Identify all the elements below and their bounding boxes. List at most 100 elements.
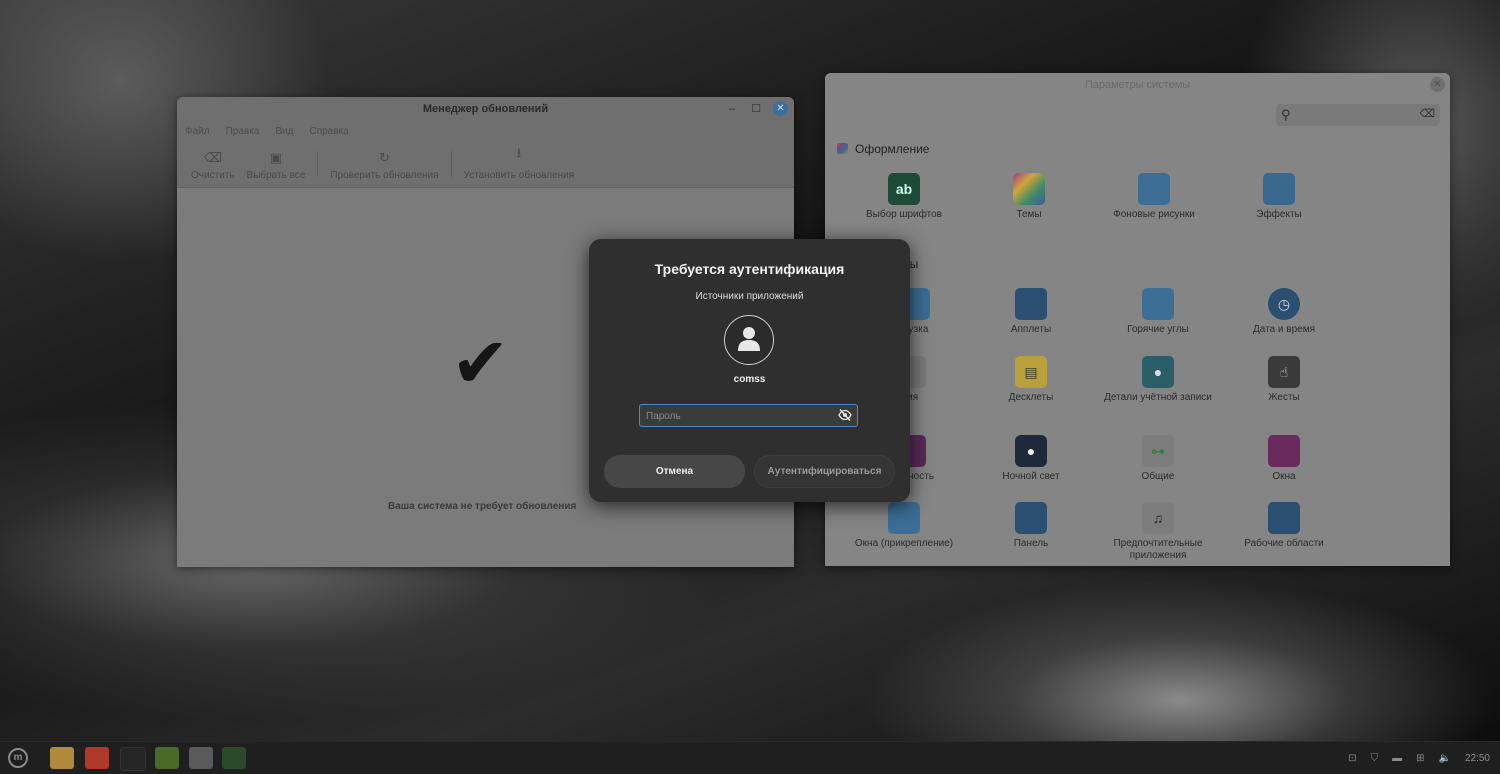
hot-corners-icon bbox=[1142, 288, 1174, 320]
settings-item-label: Выбор шрифтов bbox=[865, 209, 942, 220]
search-icon: ⚲ bbox=[1281, 107, 1291, 122]
password-field[interactable] bbox=[639, 404, 858, 427]
menu-file[interactable]: Файл bbox=[185, 123, 210, 141]
applets-icon bbox=[1015, 288, 1047, 320]
windows-icon bbox=[1268, 435, 1300, 467]
preferred-apps-icon: ♫ bbox=[1142, 502, 1174, 534]
backgrounds-icon bbox=[1138, 173, 1170, 205]
toolbar-separator bbox=[450, 151, 452, 177]
toggle-icon: ⊶ bbox=[1142, 435, 1174, 467]
system-tray: ⊡ ⛉ ▬ ⊞ 🔈 22:50 bbox=[1348, 742, 1490, 774]
settings-item-night-light[interactable]: ● Ночной свет bbox=[966, 435, 1096, 483]
settings-item-account-details[interactable]: ● Детали учётной записи bbox=[1093, 356, 1223, 404]
settings-item-applets[interactable]: Апплеты bbox=[966, 288, 1096, 336]
settings-item-backgrounds[interactable]: Фоновые рисунки bbox=[1089, 173, 1219, 221]
window-title: Параметры системы bbox=[1084, 79, 1191, 91]
settings-item-general[interactable]: ⊶ Общие bbox=[1093, 435, 1223, 483]
terminal-icon[interactable] bbox=[120, 747, 146, 771]
settings-item-panel[interactable]: Панель bbox=[966, 502, 1096, 550]
browser-icon[interactable] bbox=[85, 747, 109, 769]
search-input[interactable] bbox=[1298, 107, 1412, 125]
settings-item-label: Ночной свет bbox=[1002, 471, 1060, 482]
settings-item-label: Детали учётной записи bbox=[1104, 392, 1212, 403]
auth-dialog: Требуется аутентификация Источники прило… bbox=[589, 239, 910, 502]
menubar: Файл Правка Вид Справка bbox=[177, 123, 794, 141]
settings-titlebar[interactable]: Параметры системы ✕ bbox=[825, 73, 1450, 98]
settings-item-workspaces[interactable]: Рабочие области bbox=[1219, 502, 1349, 550]
select-all-label: Выбрать все bbox=[246, 170, 306, 181]
settings-item-effects[interactable]: Эффекты bbox=[1214, 173, 1344, 221]
select-all-icon: ▣ bbox=[269, 150, 283, 165]
settings-item-window-tiling[interactable]: Окна (прикрепление) bbox=[839, 502, 969, 550]
check-updates-button[interactable]: ↻ Проверить обновления bbox=[324, 150, 444, 187]
install-updates-button[interactable]: ⭳ Установить обновления bbox=[458, 144, 581, 187]
desklets-icon: ▤ bbox=[1015, 356, 1047, 388]
clear-search-icon[interactable]: ⌫ bbox=[1419, 107, 1435, 120]
keyboard-layout-icon[interactable]: ▬ bbox=[1392, 753, 1402, 764]
settings-taskbar-icon[interactable] bbox=[189, 747, 213, 769]
settings-item-preferred-apps[interactable]: ♫ Предпочтительные приложения bbox=[1093, 502, 1223, 562]
themes-icon bbox=[1013, 173, 1045, 205]
menu-icon[interactable]: m bbox=[8, 748, 28, 768]
settings-item-label: Апплеты bbox=[1010, 324, 1052, 335]
dialog-subtitle: Источники приложений bbox=[695, 291, 804, 302]
avatar bbox=[724, 315, 774, 365]
settings-item-label: Панель bbox=[1013, 538, 1049, 549]
clock-icon: ◷ bbox=[1268, 288, 1300, 320]
settings-item-windows[interactable]: Окна bbox=[1219, 435, 1349, 483]
menu-help[interactable]: Справка bbox=[309, 123, 348, 141]
section-title-appearance: Оформление bbox=[855, 142, 930, 156]
clear-label: Очистить bbox=[191, 170, 235, 181]
status-text: Ваша система не требует обновления bbox=[388, 501, 577, 512]
eye-slash-icon[interactable] bbox=[838, 408, 852, 422]
clear-button[interactable]: ⌫ Очистить bbox=[185, 150, 241, 187]
minimize-icon[interactable]: ‒ bbox=[725, 103, 739, 115]
menu-edit[interactable]: Правка bbox=[226, 123, 260, 141]
maximize-icon[interactable]: ☐ bbox=[749, 102, 763, 115]
toolbar-separator bbox=[317, 151, 319, 177]
appearance-icon bbox=[837, 143, 848, 154]
volume-icon[interactable]: 🔈 bbox=[1439, 753, 1451, 764]
select-all-button[interactable]: ▣ Выбрать все bbox=[241, 150, 312, 187]
cancel-button[interactable]: Отмена bbox=[604, 455, 745, 488]
eraser-icon: ⌫ bbox=[203, 150, 222, 165]
night-light-icon: ● bbox=[1015, 435, 1047, 467]
folder-icon[interactable] bbox=[50, 747, 74, 769]
settings-item-label: Эффекты bbox=[1256, 209, 1302, 220]
authenticate-button[interactable]: Аутентифицироваться bbox=[754, 455, 895, 488]
clock[interactable]: 22:50 bbox=[1465, 753, 1490, 764]
network-icon[interactable]: ⊞ bbox=[1416, 753, 1424, 764]
settings-item-date-time[interactable]: ◷ Дата и время bbox=[1219, 288, 1349, 336]
system-settings-window: Параметры системы ✕ ⚲ ⌫ Оформление ab Вы… bbox=[825, 73, 1450, 566]
user-icon bbox=[738, 327, 760, 351]
settings-item-fonts[interactable]: ab Выбор шрифтов bbox=[839, 173, 969, 221]
settings-item-label: Горячие углы bbox=[1127, 324, 1189, 335]
update-manager-taskbar-icon[interactable] bbox=[155, 747, 179, 769]
settings-item-label: Окна bbox=[1272, 471, 1296, 482]
close-icon[interactable]: ✕ bbox=[773, 101, 788, 116]
shield-icon[interactable] bbox=[222, 747, 246, 769]
settings-item-hot-corners[interactable]: Горячие углы bbox=[1093, 288, 1223, 336]
close-icon[interactable]: ✕ bbox=[1430, 77, 1445, 92]
settings-item-label: Общие bbox=[1141, 471, 1175, 482]
settings-item-desklets[interactable]: ▤ Десклеты bbox=[966, 356, 1096, 404]
search-field[interactable]: ⚲ ⌫ bbox=[1276, 104, 1440, 126]
settings-item-gestures[interactable]: ☝ Жесты bbox=[1219, 356, 1349, 404]
panel-icon bbox=[1015, 502, 1047, 534]
dialog-title: Требуется аутентификация bbox=[654, 261, 845, 277]
effects-icon bbox=[1263, 173, 1295, 205]
menu-view[interactable]: Вид bbox=[275, 123, 293, 141]
checkmark-icon: ✔ bbox=[451, 324, 510, 402]
password-input[interactable] bbox=[646, 408, 826, 424]
settings-item-label: Десклеты bbox=[1008, 392, 1054, 403]
download-icon: ⭳ bbox=[516, 145, 522, 160]
toolbar: ⌫ Очистить ▣ Выбрать все ↻ Проверить обн… bbox=[177, 141, 794, 188]
update-manager-titlebar[interactable]: Менеджер обновлений ‒ ☐ ✕ bbox=[177, 97, 794, 123]
window-title: Менеджер обновлений bbox=[422, 103, 549, 115]
updates-tray-icon[interactable]: ⊡ bbox=[1348, 753, 1356, 764]
settings-item-label: Жесты bbox=[1268, 392, 1300, 403]
shield-tray-icon[interactable]: ⛉ bbox=[1371, 753, 1379, 764]
settings-item-themes[interactable]: Темы bbox=[964, 173, 1094, 221]
install-updates-label: Установить обновления bbox=[463, 170, 575, 181]
taskbar: m ⊡ ⛉ ▬ ⊞ 🔈 22:50 bbox=[0, 741, 1500, 774]
